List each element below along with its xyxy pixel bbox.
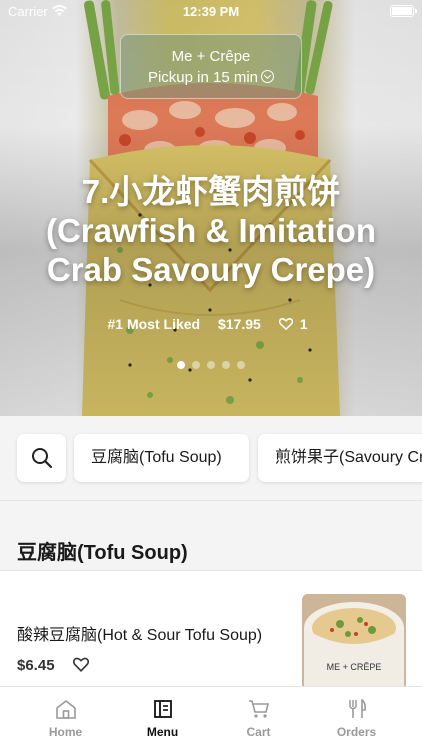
hero-banner[interactable]: Carrier 12:39 PM Me + Crêpe Pickup in 15… [0, 0, 422, 416]
tab-menu[interactable]: Menu [114, 687, 211, 750]
section-title: 豆腐脑(Tofu Soup) [17, 542, 188, 564]
tab-label: Orders [336, 725, 377, 739]
heart-icon [278, 318, 293, 330]
pickup-time: Pickup in 15 min [121, 69, 301, 86]
carousel-dot[interactable] [207, 361, 215, 369]
carousel-dot[interactable] [237, 361, 245, 369]
tab-label: Cart [246, 725, 271, 739]
home-icon [55, 699, 76, 719]
featured-item-title: 7.小龙虾蟹肉煎饼(Crawfish & Imitation Crab Savo… [45, 173, 377, 288]
featured-price: $17.95 [217, 316, 261, 332]
store-name: Me + Crêpe [171, 48, 251, 65]
tab-label: Home [48, 725, 83, 739]
cart-icon [248, 700, 269, 718]
menu-icon [153, 700, 172, 718]
likes-count: 1 [299, 316, 308, 332]
chevron-down-icon [261, 70, 275, 83]
search-button[interactable] [17, 434, 66, 482]
item-price: $6.45 [17, 657, 55, 674]
carousel-dot[interactable] [192, 361, 200, 369]
featured-likes[interactable]: 1 [278, 316, 315, 332]
menu-section-header: 豆腐脑(Tofu Soup) [0, 501, 422, 571]
most-liked-badge: #1 Most Liked [107, 316, 201, 332]
cup-logo-text: ME + CRÊPE [327, 662, 382, 672]
bottom-tab-bar: Home Menu Cart Orders [0, 686, 422, 750]
category-bar: 豆腐脑(Tofu Soup) 煎饼果子(Savoury Crepe) [0, 416, 422, 501]
tab-label: Menu [146, 725, 179, 739]
pickup-selector[interactable]: Me + Crêpe Pickup in 15 min [120, 34, 302, 99]
item-name: 酸辣豆腐脑(Hot & Sour Tofu Soup) [17, 627, 263, 644]
pickup-time-label: Pickup in 15 min [147, 69, 259, 86]
orders-icon [348, 699, 366, 718]
category-chip-tofu-soup[interactable]: 豆腐脑(Tofu Soup) [74, 434, 249, 482]
tab-home[interactable]: Home [17, 687, 114, 750]
carousel-dot[interactable] [222, 361, 230, 369]
heart-icon[interactable] [73, 657, 89, 672]
category-chip-savoury-crepe[interactable]: 煎饼果子(Savoury Crepe) [258, 434, 422, 482]
clock: 12:39 PM [182, 4, 240, 19]
menu-item[interactable]: 酸辣豆腐脑(Hot & Sour Tofu Soup) $6.45 ME + C… [0, 571, 422, 691]
tab-cart[interactable]: Cart [210, 687, 307, 750]
status-bar: Carrier 12:39 PM [0, 0, 422, 22]
carousel-indicator[interactable] [0, 356, 422, 374]
battery-icon [390, 5, 417, 17]
tab-orders[interactable]: Orders [308, 687, 405, 750]
carousel-dot[interactable] [177, 361, 185, 369]
featured-item-meta: #1 Most Liked $17.95 1 [0, 316, 422, 332]
item-photo: ME + CRÊPE [302, 594, 406, 691]
search-icon [32, 448, 53, 469]
